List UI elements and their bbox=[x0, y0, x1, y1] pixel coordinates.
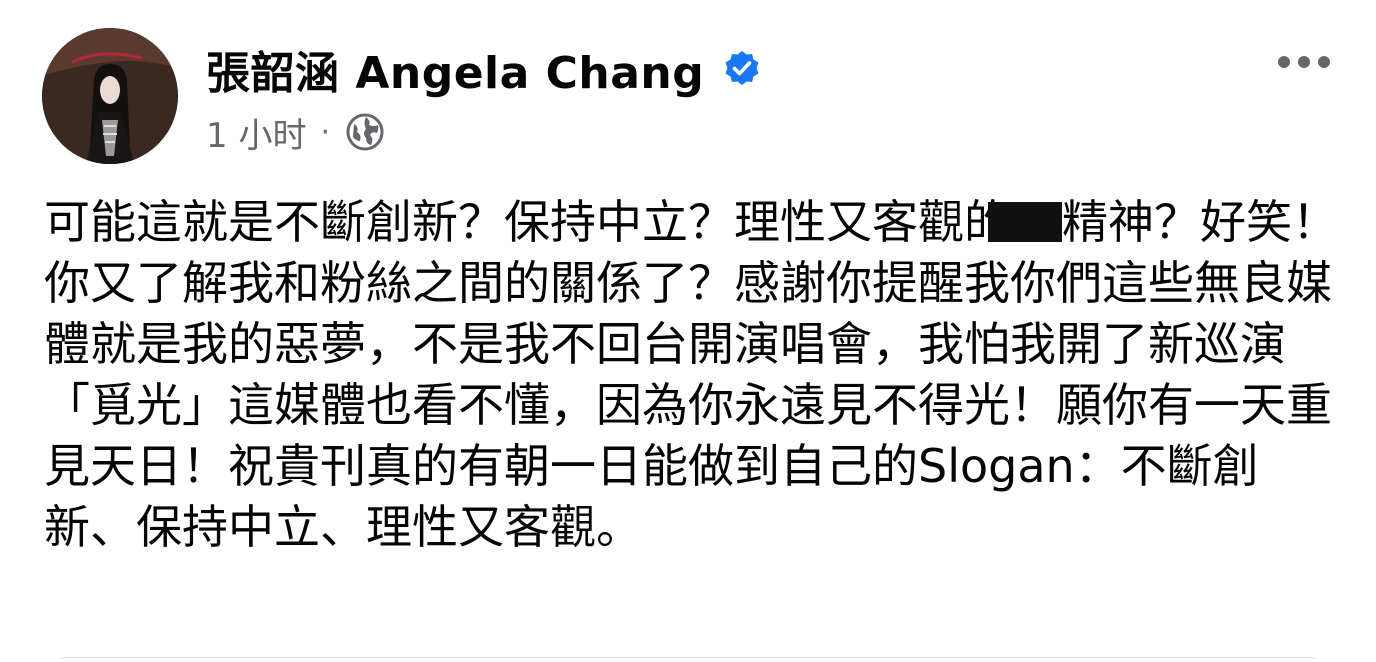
post-meta: 1 小时 · bbox=[206, 108, 386, 156]
author-name[interactable]: 張韶涵 Angela Chang bbox=[206, 37, 704, 101]
more-options-icon bbox=[1278, 56, 1290, 68]
facebook-post: 張韶涵 Angela Chang 1 小时 · 可能這就是不斷創新？保持中立？理… bbox=[0, 0, 1376, 662]
verified-badge-icon bbox=[722, 49, 762, 89]
redaction-block bbox=[988, 202, 1062, 242]
post-text-part-1: 可能這就是不斷創新？保持中立？理性又客觀的 bbox=[44, 195, 1010, 249]
comment-box-edge bbox=[60, 657, 1316, 662]
more-options-icon-dot bbox=[1318, 56, 1330, 68]
post-body: 可能這就是不斷創新？保持中立？理性又客觀的 精神？好笑！你又了解我和粉絲之間的關係… bbox=[44, 192, 1344, 558]
globe-icon[interactable] bbox=[344, 111, 386, 153]
post-header: 張韶涵 Angela Chang bbox=[206, 34, 762, 104]
more-options-button[interactable] bbox=[1268, 40, 1340, 84]
more-options-icon-dot bbox=[1298, 56, 1310, 68]
meta-separator: · bbox=[320, 114, 330, 150]
avatar-image bbox=[42, 28, 178, 164]
post-timestamp[interactable]: 1 小时 bbox=[206, 108, 306, 157]
avatar[interactable] bbox=[42, 28, 178, 164]
